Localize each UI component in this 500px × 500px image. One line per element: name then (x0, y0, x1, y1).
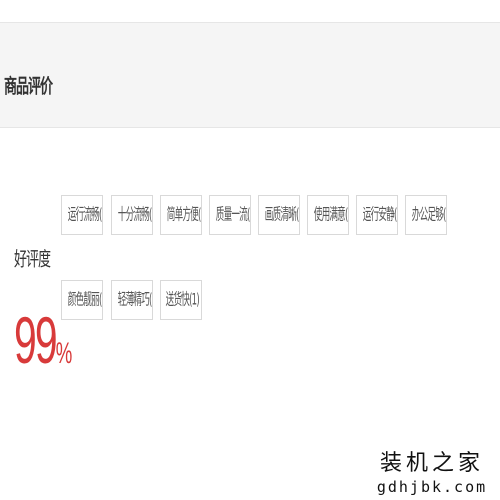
review-tag-label: 送货快(1) (165, 289, 200, 309)
review-tag-label: 运行流畅(1) (67, 204, 102, 224)
review-tag[interactable]: 轻薄精巧(1) (111, 280, 153, 320)
review-tag[interactable]: 运行流畅(1) (61, 195, 103, 235)
review-tag-label: 运行安静(1) (362, 204, 397, 224)
watermark-url: gdhjbk.com (376, 478, 488, 496)
review-tag[interactable]: 送货快(1) (160, 280, 202, 320)
review-tag-label: 质量一流(2) (215, 204, 250, 224)
review-tag[interactable]: 简单方便(2) (160, 195, 202, 235)
review-tag-label: 画质清晰(1) (264, 204, 299, 224)
positive-rate-label: 好评度 (14, 249, 51, 272)
review-tag-label: 简单方便(2) (166, 204, 201, 224)
review-tag-label: 办公足够(1) (411, 204, 446, 224)
review-tag-label: 颜色靓丽(1) (67, 289, 102, 309)
review-tag[interactable]: 画质清晰(1) (258, 195, 300, 235)
review-tag[interactable]: 办公足够(1) (405, 195, 447, 235)
section-header: 商品评价 (0, 22, 500, 128)
review-tag-label: 十分流畅(2) (117, 204, 152, 224)
site-watermark: 装机之家 gdhjbk.com (368, 450, 496, 496)
positive-rate-percent-sign: % (55, 337, 73, 370)
section-title: 商品评价 (4, 76, 53, 99)
review-tag[interactable]: 质量一流(2) (209, 195, 251, 235)
review-tag-label: 轻薄精巧(1) (117, 289, 152, 309)
review-tag-label: 使用满意(1) (313, 204, 348, 224)
review-tag[interactable]: 运行安静(1) (356, 195, 398, 235)
top-bar (0, 0, 500, 22)
review-tag[interactable]: 颜色靓丽(1) (61, 280, 103, 320)
review-tag[interactable]: 十分流畅(2) (111, 195, 153, 235)
positive-rate-number: 99 (14, 303, 58, 377)
review-tag[interactable]: 使用满意(1) (307, 195, 349, 235)
watermark-name: 装机之家 (379, 451, 484, 476)
